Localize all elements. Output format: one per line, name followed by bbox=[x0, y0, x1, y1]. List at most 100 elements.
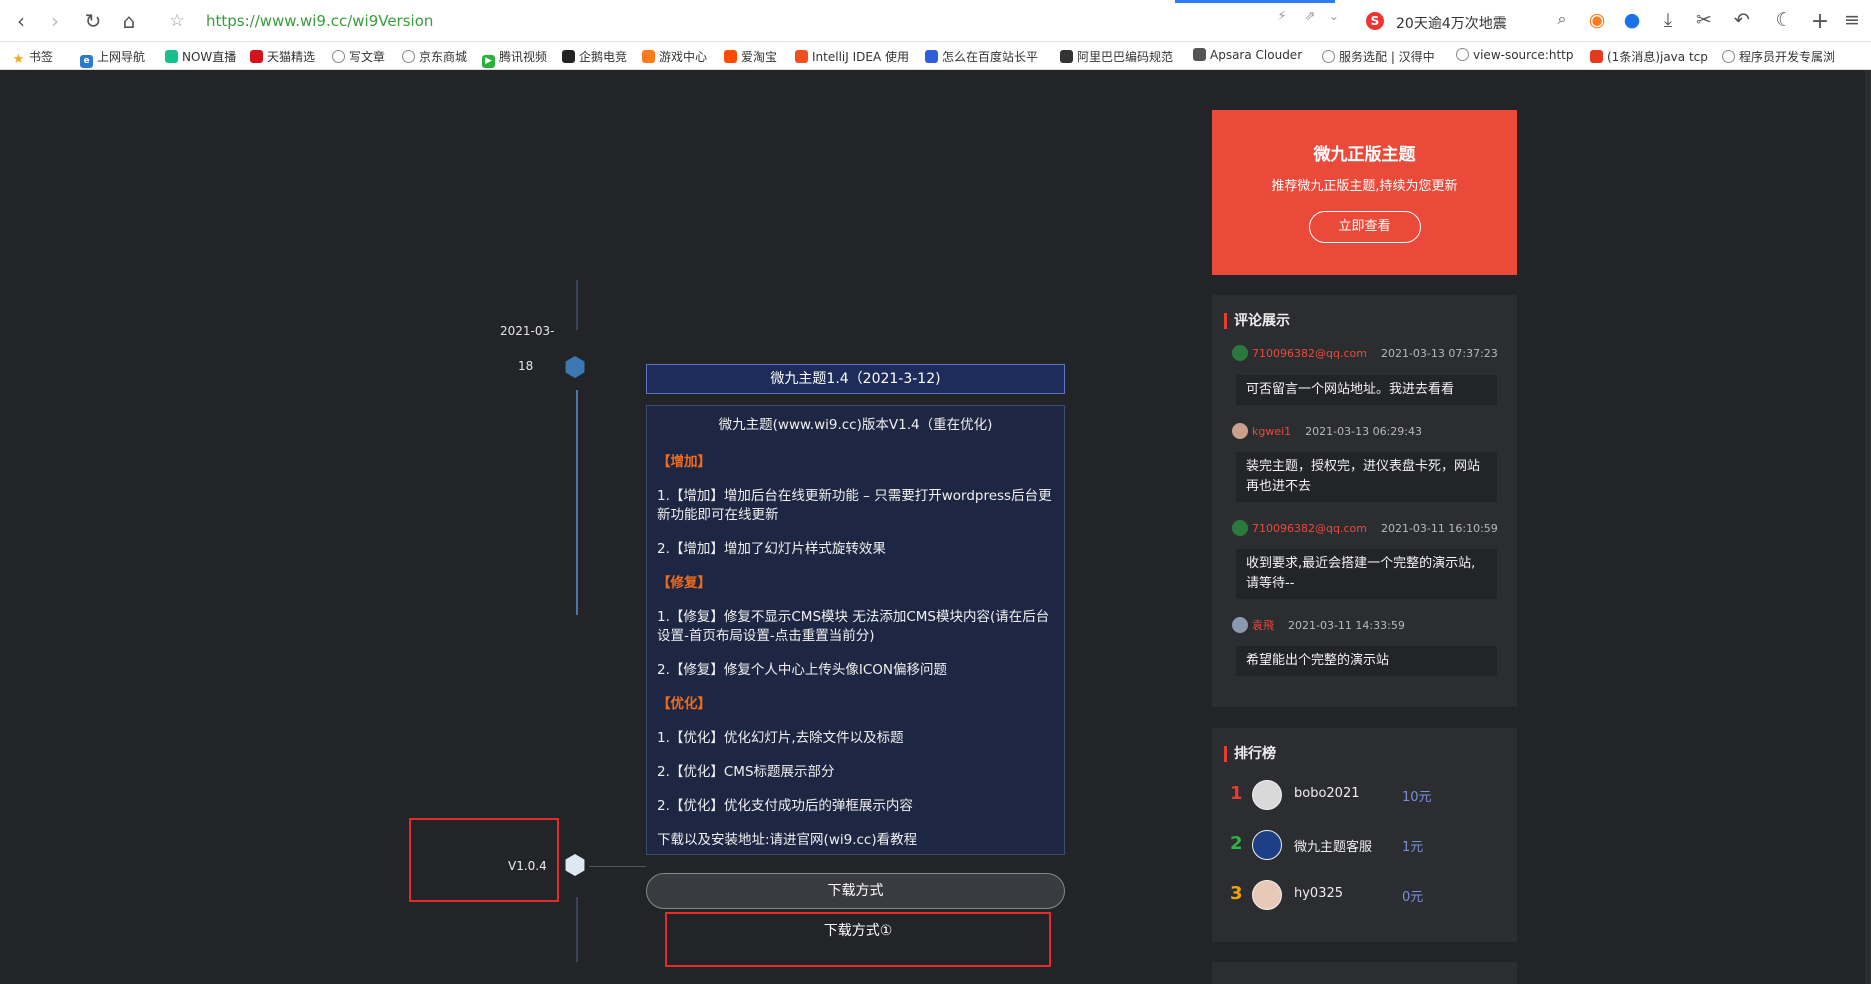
bookmark-item[interactable]: NOW直播 bbox=[165, 48, 245, 65]
taobao-icon bbox=[724, 50, 737, 63]
note-item: 1.【修复】修复不显示CMS模块 无法添加CMS模块内容(请在后台设置-首页布局… bbox=[657, 609, 1050, 644]
download-icon[interactable]: ⤓ bbox=[1656, 9, 1680, 31]
rank-name: bobo2021 bbox=[1294, 786, 1360, 801]
bookmark-item[interactable]: 怎么在百度站长平 bbox=[925, 48, 1053, 65]
news-icon[interactable]: S bbox=[1366, 12, 1384, 30]
globe-icon bbox=[402, 50, 415, 63]
download-option-link[interactable]: 下载方式① bbox=[824, 923, 893, 939]
bookmark-star-icon[interactable]: ☆ bbox=[164, 8, 190, 34]
timeline-line-active bbox=[576, 390, 578, 615]
bookmark-item[interactable]: 爱淘宝 bbox=[724, 48, 788, 65]
bookmark-label: 天猫精选 bbox=[267, 50, 316, 64]
forward-icon[interactable]: › bbox=[42, 8, 68, 34]
comment-user[interactable]: kgwei1 bbox=[1252, 425, 1291, 438]
rank-number: 2 bbox=[1230, 833, 1243, 854]
version-notes: 微九主题(www.wi9.cc)版本V1.4（重在优化) 【增加】 1.【增加】… bbox=[646, 405, 1065, 855]
bookmark-label: 企鹅电竞 bbox=[579, 50, 628, 64]
timeline-date-day: 18 bbox=[518, 359, 534, 373]
bookmark-item[interactable]: IntelliJ IDEA 使用 bbox=[795, 48, 917, 65]
note-item: 2.【增加】增加了幻灯片样式旋转效果 bbox=[657, 541, 886, 557]
menu-icon[interactable]: ≡ bbox=[1840, 9, 1864, 31]
bookmark-item[interactable]: 游戏中心 bbox=[642, 48, 716, 65]
rank-number: 3 bbox=[1230, 883, 1243, 904]
bookmarks-bar: ★ 书签 e 上网导航 NOW直播 天猫精选 写文章 京东商城 ▶ 腾讯视频 企鹅电竞 游戏中心 爱淘宝… bbox=[0, 42, 1871, 70]
note-item: 2.【优化】优化支付成功后的弹框展示内容 bbox=[657, 798, 913, 814]
bookmark-label: Apsara Clouder bbox=[1210, 48, 1303, 62]
home-icon[interactable]: ⌂ bbox=[116, 8, 142, 34]
baidu-icon bbox=[925, 50, 938, 63]
back-icon[interactable]: ‹ bbox=[8, 8, 34, 34]
comment-meta: 710096382@qq.com 2021-03-11 16:10:59 bbox=[1232, 520, 1498, 536]
bookmark-label: 上网导航 bbox=[97, 50, 146, 64]
avatar[interactable] bbox=[1232, 345, 1248, 361]
version-title: 微九主题1.4（2021-3-12) bbox=[646, 364, 1065, 394]
bookmark-label: IntelliJ IDEA 使用 bbox=[812, 50, 909, 64]
timeline-connector bbox=[589, 866, 646, 867]
comment-user[interactable]: 袁飛 bbox=[1252, 619, 1274, 632]
avatar bbox=[1252, 880, 1282, 910]
idea-icon bbox=[795, 50, 808, 63]
download-button[interactable]: 下载方式 bbox=[646, 873, 1065, 909]
share-icon[interactable]: ⇗ bbox=[1298, 9, 1322, 24]
section-optimize: 【优化】 bbox=[657, 696, 711, 712]
section-add: 【增加】 bbox=[657, 454, 711, 470]
bookmark-item[interactable]: view-source:http bbox=[1456, 48, 1582, 62]
avatar[interactable] bbox=[1232, 617, 1248, 633]
ranking-heading: 排行榜 bbox=[1224, 746, 1276, 762]
night-mode-icon[interactable]: ☾ bbox=[1772, 9, 1796, 31]
comment-text[interactable]: 可否留言一个网站地址。我进去看看 bbox=[1236, 375, 1497, 405]
ranking-row[interactable]: 3 hy0325 0元 bbox=[1230, 880, 1500, 910]
gamepad-icon[interactable]: ◉ bbox=[1585, 9, 1609, 31]
news-headline[interactable]: 20天逾4万次地震 bbox=[1396, 13, 1507, 33]
note-item: 2.【优化】CMS标题展示部分 bbox=[657, 764, 835, 780]
bookmark-item[interactable]: Apsara Clouder bbox=[1193, 48, 1315, 62]
bookmark-item[interactable]: 天猫精选 bbox=[250, 48, 324, 65]
bookmark-item[interactable]: ★ 书签 bbox=[12, 48, 64, 66]
globe-icon bbox=[1322, 50, 1335, 63]
bookmark-item[interactable]: 服务选配 | 汉得中 bbox=[1322, 48, 1448, 65]
comments-heading: 评论展示 bbox=[1224, 313, 1290, 329]
bookmark-item[interactable]: ▶ 腾讯视频 bbox=[482, 48, 554, 68]
bookmark-item[interactable]: e 上网导航 bbox=[80, 48, 158, 68]
bookmark-label: 写文章 bbox=[349, 50, 386, 64]
comment-text[interactable]: 装完主题，授权完，进仪表盘卡死，网站再也进不去 bbox=[1236, 452, 1497, 502]
bookmark-item[interactable]: (1条消息)java tcp bbox=[1590, 48, 1714, 65]
bookmark-item[interactable]: 写文章 bbox=[332, 48, 394, 65]
view-now-button[interactable]: 立即查看 bbox=[1308, 211, 1421, 243]
scrollbar[interactable] bbox=[1865, 70, 1871, 984]
bookmark-item[interactable]: 企鹅电竞 bbox=[562, 48, 634, 65]
reload-icon[interactable]: ↻ bbox=[80, 8, 106, 34]
star-icon: ★ bbox=[12, 52, 25, 66]
address-bar[interactable]: https://www.wi9.cc/wi9Version bbox=[206, 12, 433, 30]
avatar[interactable] bbox=[1232, 520, 1248, 536]
bookmark-item[interactable]: 阿里巴巴编码规范 bbox=[1060, 48, 1186, 65]
bookmark-label: 京东商城 bbox=[419, 50, 468, 64]
comment-user[interactable]: 710096382@qq.com bbox=[1252, 522, 1367, 535]
new-tab-icon[interactable]: + bbox=[1808, 9, 1832, 34]
chat-icon[interactable]: ● bbox=[1620, 9, 1644, 31]
promo-card: 微九正版主题 推荐微九正版主题,持续为您更新 立即查看 bbox=[1212, 110, 1517, 275]
comment-text[interactable]: 收到要求,最近会搭建一个完整的演示站,请等待-- bbox=[1236, 549, 1497, 599]
browser-navbar: ‹ › ↻ ⌂ ☆ https://www.wi9.cc/wi9Version … bbox=[0, 0, 1871, 42]
bookmark-item[interactable]: 京东商城 bbox=[402, 48, 474, 65]
avatar[interactable] bbox=[1232, 423, 1248, 439]
ranking-row[interactable]: 1 bobo2021 10元 bbox=[1230, 780, 1500, 810]
rank-value: 0元 bbox=[1402, 890, 1424, 905]
comment-text[interactable]: 希望能出个完整的演示站 bbox=[1236, 646, 1497, 676]
globe-icon bbox=[1456, 48, 1469, 61]
bookmark-label: 程序员开发专属浏 bbox=[1739, 50, 1836, 64]
timeline-line bbox=[576, 897, 578, 962]
search-icon[interactable]: ⌕ bbox=[1550, 9, 1574, 29]
bookmark-label: 腾讯视频 bbox=[499, 50, 548, 64]
lightning-icon[interactable]: ⚡ bbox=[1270, 9, 1294, 24]
comment-time: 2021-03-11 16:10:59 bbox=[1380, 522, 1498, 535]
comment-user[interactable]: 710096382@qq.com bbox=[1252, 347, 1367, 360]
gamepad-icon bbox=[642, 50, 655, 63]
bookmark-item[interactable]: 程序员开发专属浏 bbox=[1722, 48, 1844, 65]
undo-icon[interactable]: ↶ bbox=[1730, 9, 1754, 31]
tmall-icon bbox=[250, 50, 263, 63]
chevron-down-icon[interactable]: ⌄ bbox=[1322, 9, 1346, 23]
scissors-icon[interactable]: ✂ bbox=[1692, 9, 1716, 31]
promo-subtitle: 推荐微九正版主题,持续为您更新 bbox=[1271, 179, 1458, 194]
ranking-row[interactable]: 2 微九主题客服 1元 bbox=[1230, 830, 1500, 860]
